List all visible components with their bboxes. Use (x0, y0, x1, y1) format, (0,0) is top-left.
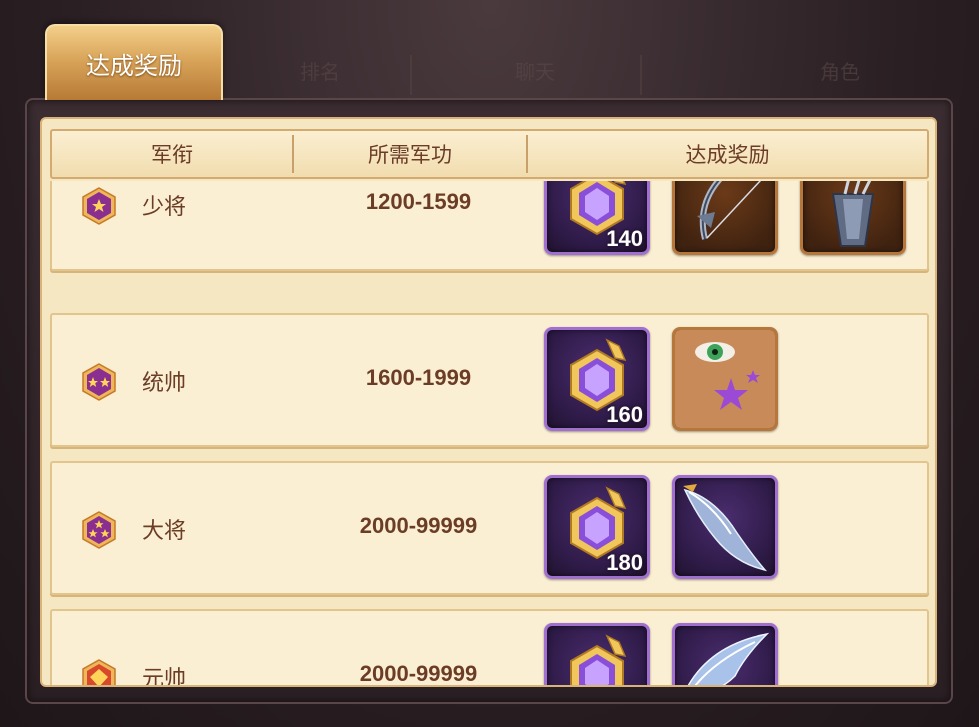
table-header: 军衔 所需军功 达成奖励 (50, 129, 929, 179)
reward-slot[interactable] (672, 475, 778, 579)
tab-ranking[interactable]: 排名 (250, 50, 390, 90)
required-merit: 1200-1599 (365, 189, 472, 214)
purple-gem-icon (570, 634, 627, 685)
rank-badge-one-star-icon (82, 187, 116, 225)
required-merit: 2000-99999 (359, 513, 478, 538)
rank-rewards-screen: 达成奖励 排名 聊天 角色 军衔 所需军功 达成奖励 少将 1200-1599 (0, 0, 979, 727)
header-rank: 军衔 (151, 143, 193, 167)
wing-icon (687, 632, 770, 685)
reward-slot[interactable] (800, 181, 906, 255)
table-row: 元帅 2000-99999 (50, 609, 929, 687)
reward-slot[interactable] (672, 327, 778, 431)
tab-divider (640, 55, 642, 95)
rank-name: 统帅 (142, 371, 187, 396)
required-merit: 2000-99999 (359, 661, 478, 686)
table-row: 统帅 1600-1999 160 (50, 313, 929, 447)
reward-slot[interactable] (672, 181, 778, 255)
bow-icon (697, 181, 762, 240)
rows-scroll[interactable]: 少将 1200-1599 140 统帅 1600-1999 160 大将 200… (42, 181, 935, 687)
required-merit: 1600-1999 (365, 365, 472, 390)
reward-slot[interactable] (672, 623, 778, 685)
header-required-merit: 所需军功 (368, 143, 452, 167)
rank-name: 元帅 (142, 667, 187, 687)
tab-achievement-rewards[interactable]: 达成奖励 (45, 24, 223, 100)
rewards-table: 军衔 所需军功 达成奖励 少将 1200-1599 140 统帅 1600-19… (40, 117, 937, 687)
rank-badge-marshal-icon (82, 659, 116, 685)
table-row: 大将 2000-99999 180 (50, 461, 929, 595)
header-rewards: 达成奖励 (685, 143, 770, 167)
table-row: 少将 1200-1599 140 (50, 181, 929, 271)
reward-quantity: 160 (606, 402, 643, 427)
reward-quantity: 180 (606, 550, 643, 575)
rank-name: 少将 (142, 195, 187, 220)
rank-badge-two-star-icon (82, 363, 116, 401)
rank-name: 大将 (142, 519, 187, 544)
reward-quantity: 140 (606, 226, 643, 251)
quiver-icon (831, 181, 875, 247)
rank-badge-three-star-icon (82, 511, 116, 549)
feather-wing-icon (683, 484, 768, 572)
face-star-tattoo-icon (675, 330, 775, 428)
reward-slot[interactable]: 140 (544, 181, 650, 255)
tab-divider (410, 55, 412, 95)
reward-slot[interactable]: 180 (544, 475, 650, 579)
tab-role[interactable]: 角色 (770, 50, 910, 90)
reward-slot[interactable] (544, 623, 650, 685)
tab-chat[interactable]: 聊天 (465, 50, 605, 90)
reward-slot[interactable]: 160 (544, 327, 650, 431)
